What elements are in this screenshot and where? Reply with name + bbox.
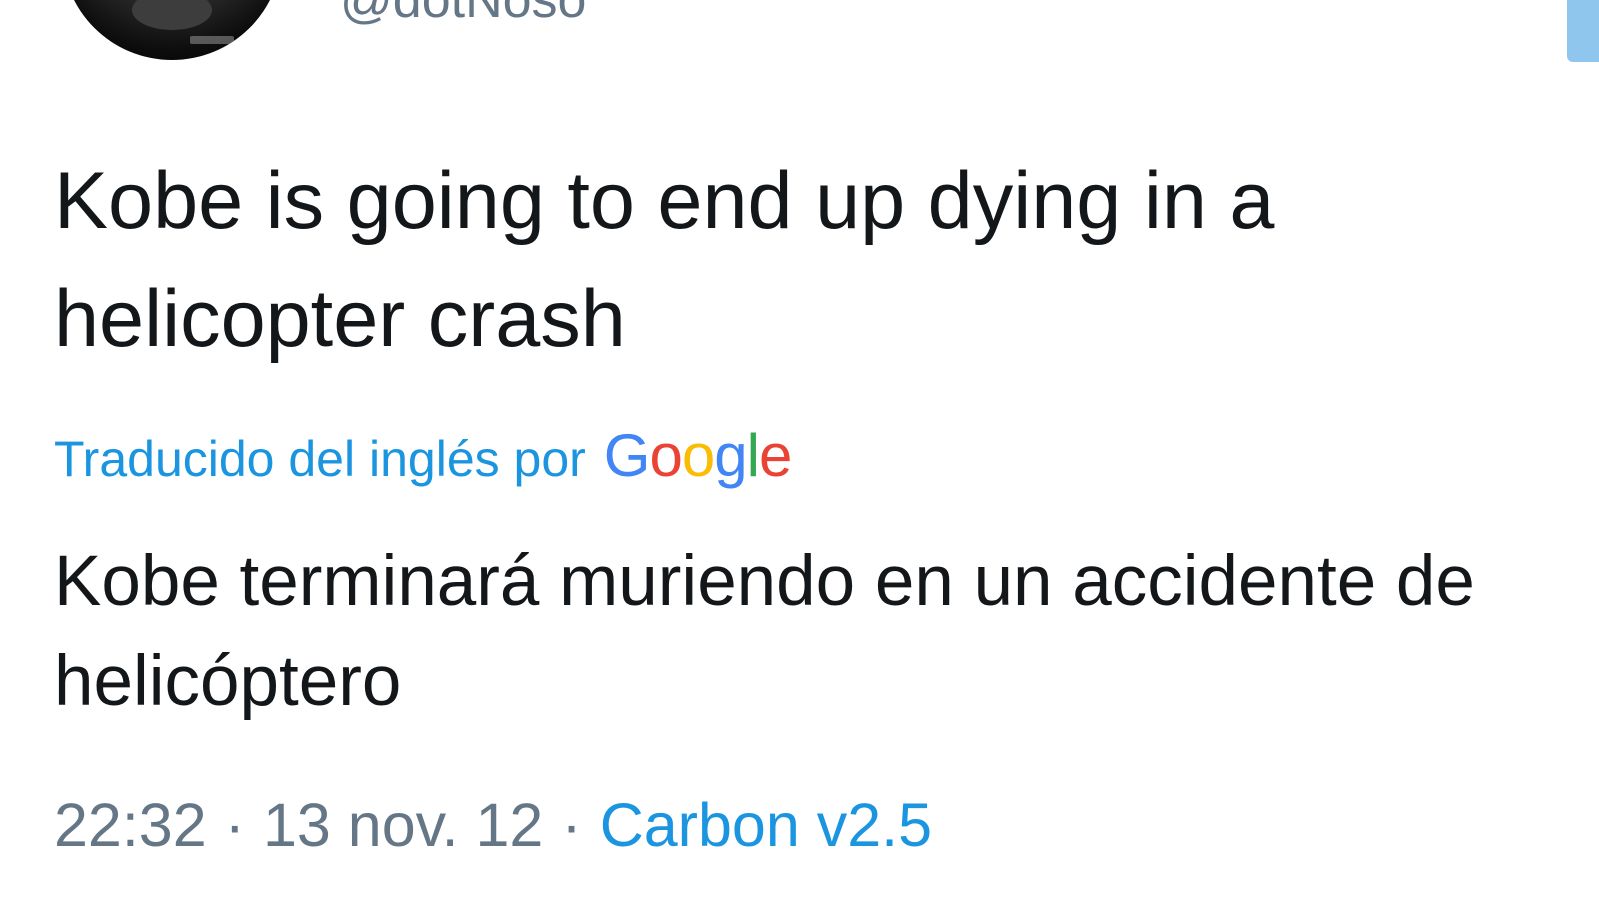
tweet-time[interactable]: 22:32 bbox=[54, 791, 207, 859]
google-logo-letter: o bbox=[649, 422, 682, 489]
follow-button-edge[interactable] bbox=[1567, 0, 1599, 62]
translation-attribution[interactable]: Traducido del inglés por Google bbox=[54, 422, 793, 489]
google-logo-letter: l bbox=[746, 422, 760, 489]
tweet-meta: 22:32 · 13 nov. 12 · Carbon v2.5 bbox=[54, 790, 932, 860]
google-logo: Google bbox=[603, 422, 793, 489]
google-logo-letter: o bbox=[681, 422, 715, 489]
meta-separator: · bbox=[561, 791, 582, 859]
google-logo-letter: e bbox=[758, 422, 792, 489]
tweet-text: Kobe is going to end up dying in a helic… bbox=[54, 156, 1275, 364]
author-handle[interactable]: @dotNoso bbox=[340, 0, 586, 30]
google-logo-letter: G bbox=[603, 422, 651, 489]
tweet-source-link[interactable]: Carbon v2.5 bbox=[600, 791, 932, 859]
avatar-photo-detail bbox=[132, 0, 212, 30]
google-logo-letter: g bbox=[714, 422, 747, 489]
meta-separator: · bbox=[224, 791, 245, 859]
avatar-watermark bbox=[190, 36, 234, 44]
tweet-date[interactable]: 13 nov. 12 bbox=[263, 791, 543, 859]
author-avatar[interactable] bbox=[62, 0, 282, 60]
translated-tweet-text: Kobe terminará muriendo en un accidente … bbox=[54, 542, 1475, 721]
translated-by-label[interactable]: Traducido del inglés por bbox=[54, 429, 586, 489]
